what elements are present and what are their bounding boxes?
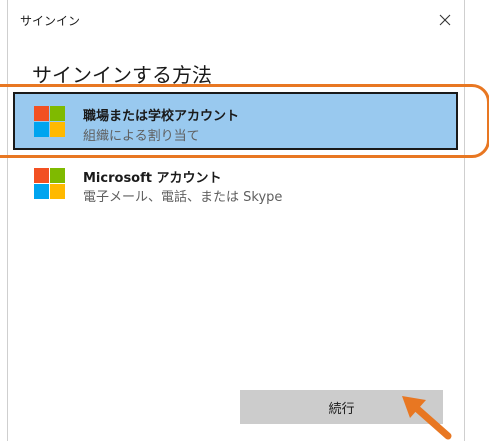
option-work-school-account[interactable]: 職場または学校アカウント 組織による割り当て <box>13 92 458 150</box>
option-title: Microsoft アカウント <box>83 171 222 186</box>
microsoft-logo-icon <box>34 168 65 199</box>
sign-in-dialog: サインイン サインインする方法 職場または学校アカウント 組織による割り当て M… <box>7 0 465 441</box>
microsoft-logo-icon <box>34 106 65 137</box>
option-subtitle: 電子メール、電話、または Skype <box>83 190 283 205</box>
continue-button[interactable]: 続行 <box>240 390 443 424</box>
option-subtitle: 組織による割り当て <box>83 129 200 144</box>
window-title: サインイン <box>20 14 81 28</box>
close-icon <box>439 14 451 26</box>
page-title: サインインする方法 <box>32 63 212 87</box>
option-microsoft-account[interactable]: Microsoft アカウント 電子メール、電話、または Skype <box>13 160 458 218</box>
screen: サインイン サインインする方法 職場または学校アカウント 組織による割り当て M… <box>0 0 489 441</box>
title-bar: サインイン <box>8 0 464 40</box>
option-title: 職場または学校アカウント <box>83 109 240 124</box>
close-button[interactable] <box>432 8 458 32</box>
